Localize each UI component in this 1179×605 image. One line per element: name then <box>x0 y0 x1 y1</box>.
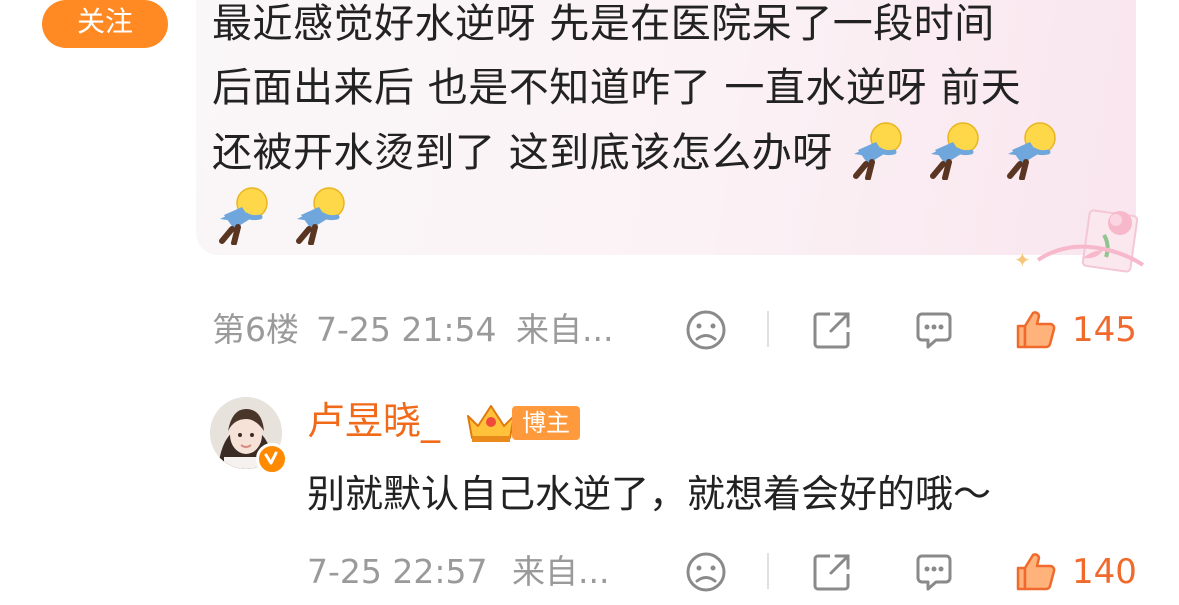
sweating-doll-emoji <box>923 122 987 180</box>
reply-text: 别就默认自己水逆了，就想着会好的哦～ <box>307 472 992 516</box>
reply-author-name[interactable]: 卢昱晓_ <box>307 396 440 446</box>
comment-meta-row: 第6楼 7-25 21:54 来自... 145 <box>0 308 1179 352</box>
divider <box>767 311 769 347</box>
sweating-doll-emoji <box>1000 122 1064 180</box>
comment-text-line-2: 后面出来后 也是不知道咋了 一直水逆呀 前天 <box>212 65 1022 111</box>
comment-text-line-1: 最近感觉好水逆呀 先是在医院呆了一段时间 <box>212 1 995 47</box>
reply-time: 7-25 22:57 <box>307 552 488 591</box>
thumbs-up-icon[interactable] <box>1014 550 1058 594</box>
svg-text:✦: ✦ <box>1014 248 1031 272</box>
dislike-face-icon[interactable] <box>684 308 728 352</box>
comment-text-line-3: 还被开水烫到了 这到底该怎么办呀 <box>212 120 1112 185</box>
comment-source: 来自... <box>516 310 614 349</box>
like-count: 145 <box>1072 310 1137 350</box>
reply-source: 来自... <box>512 552 610 591</box>
verified-badge-icon <box>256 443 288 475</box>
blogger-badge: 博主 <box>512 406 580 440</box>
comment-icon[interactable] <box>912 550 956 594</box>
sweating-doll-emoji <box>289 187 353 245</box>
dislike-face-icon[interactable] <box>684 550 728 594</box>
share-icon[interactable] <box>810 308 854 352</box>
floor-label: 第6楼 <box>212 310 299 349</box>
like-count: 140 <box>1072 552 1137 592</box>
comment-time: 7-25 21:54 <box>316 310 497 349</box>
thumbs-up-icon[interactable] <box>1014 308 1058 352</box>
comment-text: 最近感觉好水逆呀 先是在医院呆了一段时间 后面出来后 也是不知道咋了 一直水逆呀… <box>212 0 1112 250</box>
reply-meta-row: 7-25 22:57 来自... 140 <box>0 550 1179 594</box>
sweating-doll-emoji <box>212 187 276 245</box>
follow-button[interactable]: 关注 <box>42 0 168 48</box>
divider <box>767 553 769 589</box>
sweating-doll-emoji <box>846 122 910 180</box>
comment-text-line-4 <box>212 185 1112 250</box>
comment-text-line-3-text: 还被开水烫到了 这到底该怎么办呀 <box>212 130 833 176</box>
comment-icon[interactable] <box>912 308 956 352</box>
share-icon[interactable] <box>810 550 854 594</box>
